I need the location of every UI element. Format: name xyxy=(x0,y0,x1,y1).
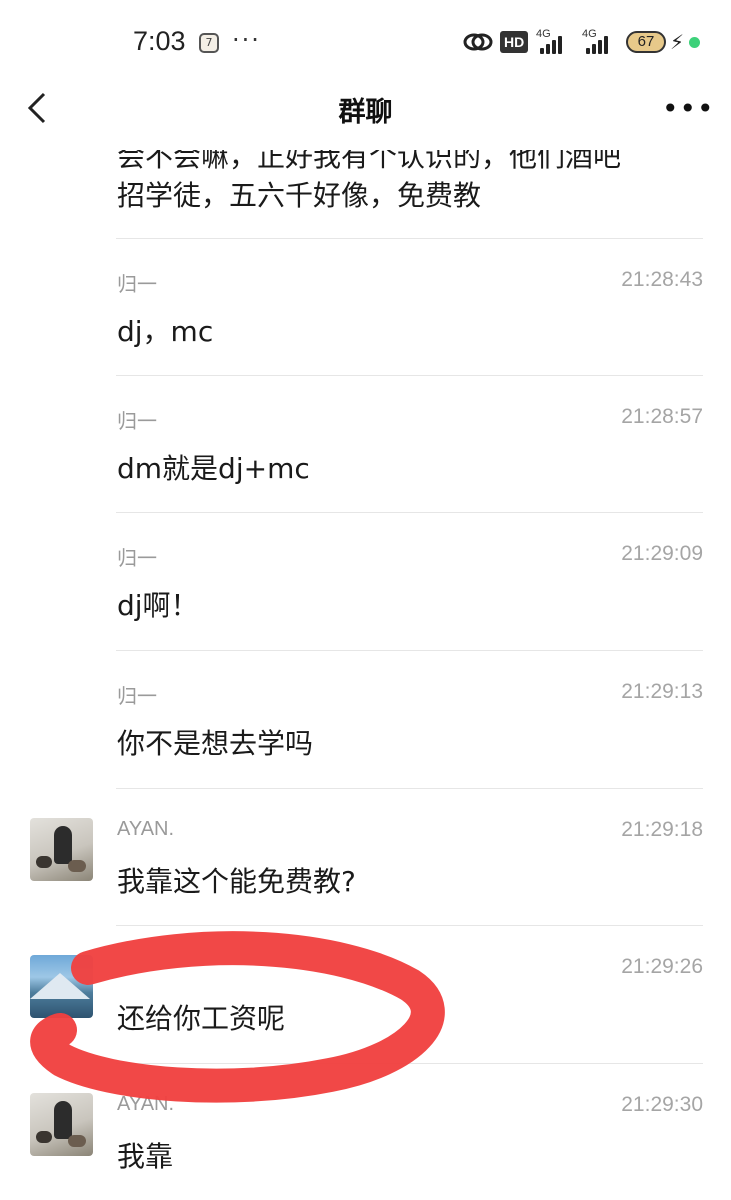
message-time: 21:29:26 xyxy=(621,955,703,978)
message-text: 你不是想去学吗 xyxy=(117,727,314,760)
list-item[interactable]: AYAN. 21:29:30 我靠 xyxy=(0,1063,731,1200)
message-time: 21:28:43 xyxy=(621,268,703,291)
sender-name: 归一 xyxy=(117,548,157,570)
message-list[interactable]: 会不会嘛，正好我有个认识的，他们酒吧 招学徒，五六千好像，免费教 归一 21:2… xyxy=(0,150,731,1200)
message-text: 招学徒，五六千好像，免费教 xyxy=(117,179,482,212)
status-bar: 7:03 7 ··· HD 4G 4G 67 ⚡ xyxy=(0,0,731,78)
clock-icon: 7 xyxy=(199,33,219,53)
sender-name: 归一 xyxy=(117,274,157,296)
message-text: 我靠这个能免费教? xyxy=(117,865,356,898)
signal-bars xyxy=(540,36,562,54)
charging-bolt-icon: ⚡ xyxy=(670,30,685,54)
message-text: dj，mc xyxy=(117,315,214,348)
signal-bars xyxy=(586,36,608,54)
signal-icon-sim2: 4G xyxy=(580,28,622,54)
more-options-icon[interactable]: ••• xyxy=(662,92,715,125)
list-item[interactable]: AYAN. 21:29:18 我靠这个能免费教? xyxy=(0,788,731,925)
list-item[interactable]: 归一 21:29:09 dj啊！ xyxy=(0,512,731,649)
privacy-indicator-dot xyxy=(689,37,700,48)
message-text-partial: 会不会嘛，正好我有个认识的，他们酒吧 xyxy=(117,150,622,173)
status-time: 7:03 xyxy=(133,26,186,56)
avatar[interactable] xyxy=(30,818,93,881)
list-item[interactable]: 归一 21:28:57 dm就是dj+mc xyxy=(0,375,731,512)
signal-icon-sim1: 4G xyxy=(534,28,576,54)
hd-voice-badge: HD xyxy=(500,31,529,53)
sender-name: 归一 xyxy=(117,686,157,708)
list-item[interactable]: 21:29:26 还给你工资呢 xyxy=(0,925,731,1062)
message-text: dm就是dj+mc xyxy=(117,452,310,485)
list-item[interactable]: 归一 21:29:13 你不是想去学吗 xyxy=(0,650,731,787)
list-item[interactable]: 归一 21:28:43 dj，mc xyxy=(0,238,731,375)
message-time: 21:29:09 xyxy=(621,542,703,565)
link-icon xyxy=(463,33,493,51)
message-text: 还给你工资呢 xyxy=(117,1002,286,1035)
message-text: dj啊！ xyxy=(117,589,199,622)
page-title: 群聊 xyxy=(338,97,393,128)
battery-icon: 67 xyxy=(626,31,666,53)
message-text: 我靠 xyxy=(117,1140,174,1173)
sender-name: AYAN. xyxy=(117,818,175,840)
message-time: 21:29:18 xyxy=(621,818,703,841)
avatar[interactable] xyxy=(30,955,93,1018)
chat-header: 群聊 ••• xyxy=(0,78,731,150)
more-notifications-icon: ··· xyxy=(232,26,261,54)
message-time: 21:29:13 xyxy=(621,680,703,703)
sender-name: AYAN. xyxy=(117,1093,175,1115)
message-time: 21:29:30 xyxy=(621,1093,703,1116)
sender-name: 归一 xyxy=(117,411,157,433)
message-time: 21:28:57 xyxy=(621,405,703,428)
avatar[interactable] xyxy=(30,1093,93,1156)
